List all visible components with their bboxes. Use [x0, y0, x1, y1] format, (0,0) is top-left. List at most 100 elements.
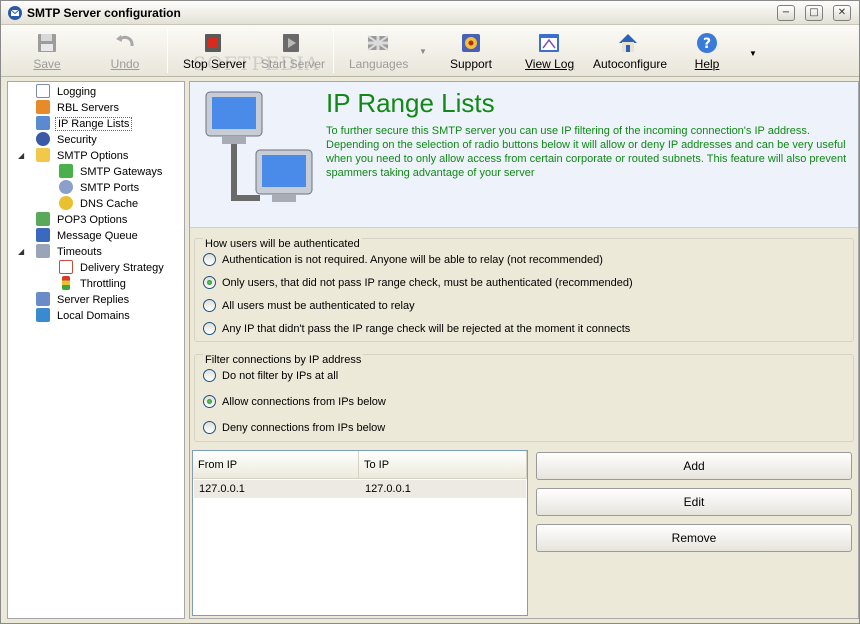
languages-dropdown-icon[interactable]: ▼ [419, 47, 427, 56]
traffic-light-icon [62, 276, 70, 290]
start-server-label: Start Server [261, 57, 326, 71]
filter-option-none[interactable]: Do not filter by IPs at all [203, 369, 338, 383]
help-icon: ? [697, 33, 717, 53]
ip-range-table[interactable]: From IP To IP 127.0.0.1 127.0.0.1 [192, 450, 528, 616]
undo-button[interactable]: Undo [105, 29, 145, 73]
tree-item-ip-range-lists[interactable]: IP Range Lists [36, 116, 133, 132]
filter-option-allow[interactable]: Allow connections from IPs below [203, 395, 386, 409]
queue-icon [36, 228, 50, 242]
undo-label: Undo [110, 57, 140, 71]
ports-icon [59, 180, 73, 194]
save-label: Save [33, 57, 61, 71]
smtp-options-expander-icon[interactable]: ◢ [18, 151, 24, 160]
timeouts-expander-icon[interactable]: ◢ [18, 247, 24, 256]
page-title: IP Range Lists [326, 88, 495, 118]
tree-item-local-domains[interactable]: Local Domains [36, 308, 132, 324]
radio-button[interactable] [203, 322, 216, 335]
auth-option-all-users[interactable]: All users must be authenticated to relay [203, 299, 415, 313]
pop3-icon [36, 212, 50, 226]
floppy-disk-icon [38, 34, 56, 52]
radio-button[interactable] [203, 253, 216, 266]
view-log-label: View Log [525, 57, 575, 71]
app-window: SMTP Server configuration − □ ✕ SOFTPEDI… [0, 0, 860, 624]
filter-option-deny[interactable]: Deny connections from IPs below [203, 421, 385, 435]
languages-label: Languages [349, 57, 409, 71]
radio-button-checked[interactable] [203, 276, 216, 289]
calendar-icon [59, 260, 73, 274]
start-server-button[interactable]: Start Server [261, 29, 326, 73]
radio-button[interactable] [203, 299, 216, 312]
help-button[interactable]: ? Help [691, 29, 723, 73]
auth-option-failed-ip-check[interactable]: Only users, that did not pass IP range c… [203, 276, 633, 290]
tree-item-message-queue[interactable]: Message Queue [36, 228, 140, 244]
languages-button[interactable]: Languages [349, 29, 409, 73]
view-log-button[interactable]: View Log [525, 29, 575, 73]
toolbar-separator [167, 29, 168, 73]
ip-range-icon [36, 116, 50, 130]
tree-item-logging[interactable]: Logging [36, 84, 98, 100]
column-header-to-ip[interactable]: To IP [359, 451, 527, 479]
toolbar-overflow-icon[interactable]: ▼ [749, 49, 757, 58]
svg-text:?: ? [703, 36, 711, 52]
tree-item-smtp-options[interactable]: SMTP Options [36, 148, 130, 164]
rbl-icon [36, 100, 50, 114]
support-icon [462, 34, 480, 52]
toolbar: SOFTPEDIA Save Undo Stop Server Start Se… [1, 25, 859, 77]
tree-item-throttling[interactable]: Throttling [59, 276, 128, 292]
add-button[interactable]: Add [536, 452, 852, 480]
table-row[interactable]: 127.0.0.1 127.0.0.1 [194, 480, 526, 498]
radio-button[interactable] [203, 421, 216, 434]
stop-server-label: Stop Server [183, 57, 247, 71]
remove-button[interactable]: Remove [536, 524, 852, 552]
auth-option-reject[interactable]: Any IP that didn't pass the IP range che… [203, 322, 630, 336]
help-label: Help [694, 57, 720, 71]
stop-server-button[interactable]: Stop Server [183, 29, 247, 73]
tree-item-dns-cache[interactable]: DNS Cache [59, 196, 140, 212]
save-button[interactable]: Save [27, 29, 67, 73]
navigation-tree: ◢ ◢ Logging RBL Servers IP Range Lists S… [7, 81, 185, 619]
radio-button-checked[interactable] [203, 395, 216, 408]
log-icon [36, 84, 50, 98]
from-ip-cell: 127.0.0.1 [199, 483, 245, 495]
minimize-button[interactable]: − [777, 5, 795, 21]
server-replies-icon [36, 292, 50, 306]
page-description: To further secure this SMTP server you c… [326, 125, 847, 179]
radio-button[interactable] [203, 369, 216, 382]
maximize-button[interactable]: □ [805, 5, 823, 21]
dns-icon [59, 196, 73, 210]
content-panel: IP Range Lists To further secure this SM… [189, 81, 859, 619]
toolbar-separator [333, 29, 334, 73]
tree-item-delivery-strategy[interactable]: Delivery Strategy [59, 260, 166, 276]
tree-item-pop3-options[interactable]: POP3 Options [36, 212, 129, 228]
tree-item-timeouts[interactable]: Timeouts [36, 244, 104, 260]
tree-item-rbl-servers[interactable]: RBL Servers [36, 100, 121, 116]
stop-server-icon [205, 34, 221, 52]
start-server-icon [283, 34, 299, 52]
authentication-groupbox: How users will be authenticated Authenti… [194, 238, 854, 342]
tree-item-smtp-ports[interactable]: SMTP Ports [59, 180, 141, 196]
title-bar: SMTP Server configuration − □ ✕ [1, 1, 859, 25]
local-domains-icon [36, 308, 50, 322]
security-icon [36, 132, 50, 146]
close-button[interactable]: ✕ [833, 5, 851, 21]
filter-groupbox: Filter connections by IP address Do not … [194, 354, 854, 442]
gateways-icon [59, 164, 73, 178]
edit-button[interactable]: Edit [536, 488, 852, 516]
to-ip-cell: 127.0.0.1 [365, 483, 411, 495]
support-button[interactable]: Support [449, 29, 493, 73]
page-header: IP Range Lists To further secure this SM… [190, 82, 858, 228]
flag-icon [367, 35, 389, 51]
timeouts-icon [36, 244, 50, 258]
auth-option-not-required[interactable]: Authentication is not required. Anyone w… [203, 253, 603, 267]
house-icon [619, 34, 637, 52]
authentication-group-title: How users will be authenticated [203, 238, 362, 250]
log-window-icon [539, 34, 559, 52]
autoconfigure-button[interactable]: Autoconfigure [593, 29, 667, 73]
network-computers-icon [205, 91, 313, 202]
column-header-from-ip[interactable]: From IP [193, 451, 359, 479]
window-title: SMTP Server configuration [27, 6, 181, 20]
app-icon [8, 6, 22, 20]
tree-item-server-replies[interactable]: Server Replies [36, 292, 131, 308]
tree-item-smtp-gateways[interactable]: SMTP Gateways [59, 164, 164, 180]
tree-item-security[interactable]: Security [36, 132, 99, 148]
